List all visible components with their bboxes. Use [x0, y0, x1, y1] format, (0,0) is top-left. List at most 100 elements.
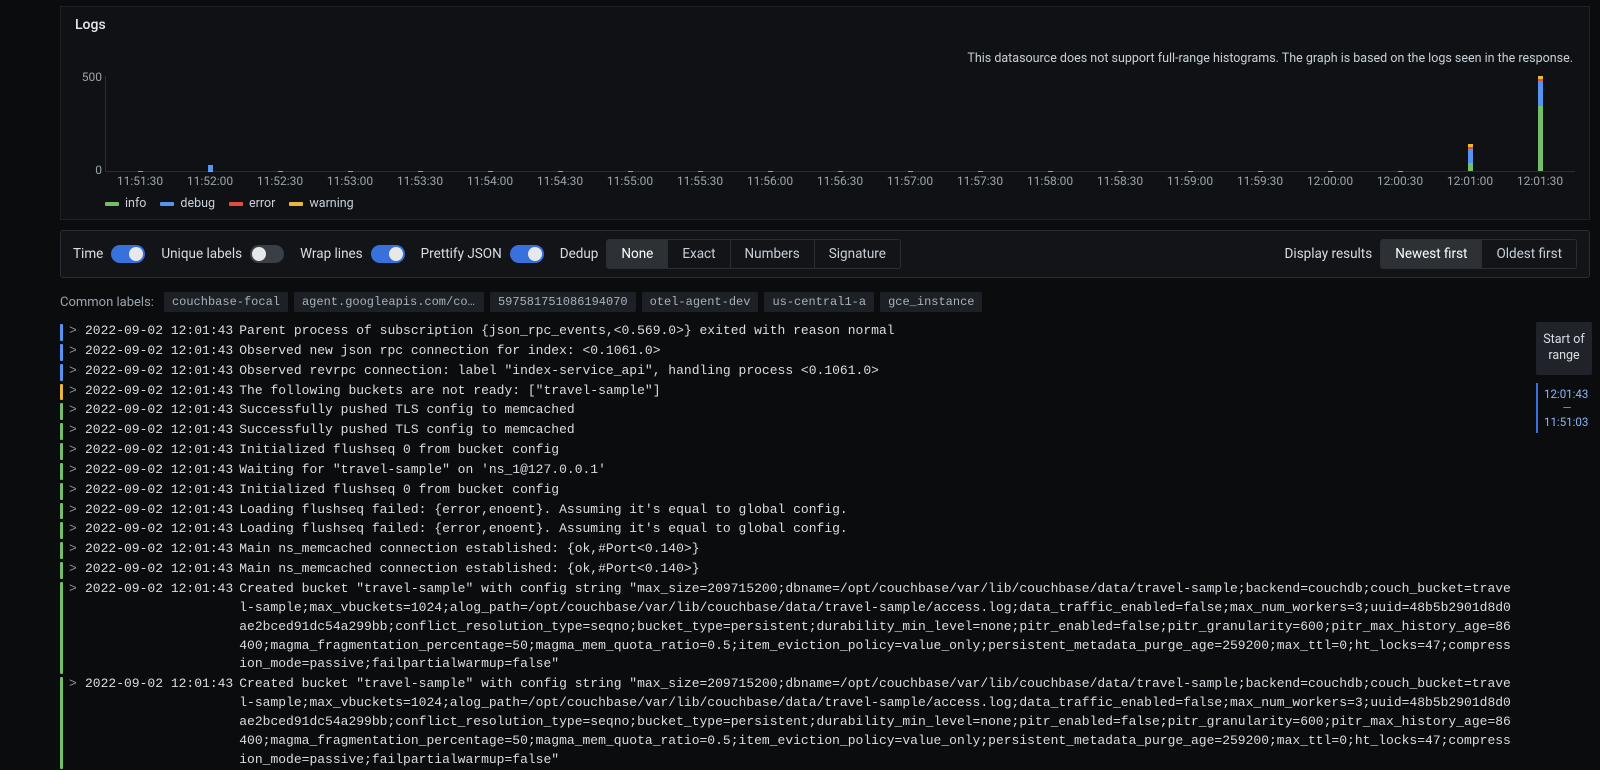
- bar-slot[interactable]: [526, 76, 596, 171]
- bar-slot[interactable]: [666, 76, 736, 171]
- log-row[interactable]: >2022-09-02 12:01:43Successfully pushed …: [60, 401, 1528, 421]
- x-tick: 11:59:30: [1225, 174, 1295, 188]
- y-tick: 0: [72, 163, 102, 177]
- label-chip[interactable]: gce_instance: [880, 292, 982, 312]
- expand-caret-icon[interactable]: >: [69, 421, 79, 440]
- expand-caret-icon[interactable]: >: [69, 675, 79, 694]
- time-toggle[interactable]: [111, 245, 145, 263]
- label-chip[interactable]: couchbase-focal: [164, 292, 288, 312]
- expand-caret-icon[interactable]: >: [69, 382, 79, 401]
- log-row[interactable]: >2022-09-02 12:01:43Loading flushseq fai…: [60, 520, 1528, 540]
- log-message: Successfully pushed TLS config to memcac…: [239, 401, 1528, 420]
- log-list[interactable]: >2022-09-02 12:01:43Parent process of su…: [60, 322, 1528, 770]
- bar-slot[interactable]: [1505, 76, 1575, 171]
- bar-slot[interactable]: [386, 76, 456, 171]
- bar-segment-debug: [1538, 81, 1543, 105]
- expand-caret-icon[interactable]: >: [69, 501, 79, 520]
- histogram-chart[interactable]: 500 0: [105, 76, 1575, 172]
- display-newest-first-button[interactable]: Newest first: [1381, 240, 1482, 268]
- expand-caret-icon[interactable]: >: [69, 461, 79, 480]
- bar-slot[interactable]: [1225, 76, 1295, 171]
- expand-caret-icon[interactable]: >: [69, 580, 79, 599]
- bar-slot[interactable]: [1155, 76, 1225, 171]
- bar-slot[interactable]: [316, 76, 386, 171]
- log-timestamp: 2022-09-02 12:01:43: [85, 540, 233, 559]
- dedup-signature-button[interactable]: Signature: [815, 240, 900, 268]
- bar-slot[interactable]: [945, 76, 1015, 171]
- legend-item-debug[interactable]: debug: [160, 196, 215, 211]
- x-tick: 11:59:00: [1155, 174, 1225, 188]
- bar-slot[interactable]: [1365, 76, 1435, 171]
- log-row[interactable]: >2022-09-02 12:01:43 Observed new json rp…: [60, 342, 1528, 362]
- log-message: Observed new json rpc connection for ind…: [239, 342, 1528, 361]
- log-row[interactable]: >2022-09-02 12:01:43Initialized flushseq…: [60, 481, 1528, 501]
- label-chip[interactable]: us-central1-a: [764, 292, 874, 312]
- log-message: Created bucket "travel-sample" with conf…: [239, 580, 1528, 674]
- bar-slot[interactable]: [106, 76, 176, 171]
- log-row[interactable]: >2022-09-02 12:01:43Created bucket "trav…: [60, 580, 1528, 675]
- legend-item-info[interactable]: info: [105, 196, 146, 211]
- log-timestamp: 2022-09-02 12:01:43: [85, 520, 233, 539]
- bar-segment-info: [1468, 163, 1473, 171]
- expand-caret-icon[interactable]: >: [69, 362, 79, 381]
- log-row[interactable]: >2022-09-02 12:01:43Main ns_memcached co…: [60, 540, 1528, 560]
- dedup-exact-button[interactable]: Exact: [668, 240, 730, 268]
- bar-slot[interactable]: [246, 76, 316, 171]
- bar-slot[interactable]: [456, 76, 526, 171]
- bar-slot[interactable]: [1435, 76, 1505, 171]
- level-indicator: [60, 562, 63, 579]
- range-top: 12:01:43: [1544, 387, 1590, 401]
- wrap-toggle-group: Wrap lines: [300, 245, 405, 263]
- log-timestamp: 2022-09-02 12:01:43: [85, 481, 233, 500]
- range-bottom: 11:51:03: [1544, 415, 1590, 429]
- prettify-toggle[interactable]: [510, 245, 544, 263]
- log-timestamp: 2022-09-02 12:01:43: [85, 441, 233, 460]
- expand-caret-icon[interactable]: >: [69, 540, 79, 559]
- expand-caret-icon[interactable]: >: [69, 560, 79, 579]
- x-tick: 12:00:00: [1295, 174, 1365, 188]
- log-message: Main ns_memcached connection established…: [239, 560, 1528, 579]
- label-chip[interactable]: agent.googleapis.com/couchbase_…: [294, 292, 484, 312]
- log-message: The following buckets are not ready: ["t…: [239, 382, 1528, 401]
- display-oldest-first-button[interactable]: Oldest first: [1482, 240, 1576, 268]
- bar-slot[interactable]: [176, 76, 246, 171]
- bar-slot[interactable]: [1015, 76, 1085, 171]
- bar-slot[interactable]: [1085, 76, 1155, 171]
- dedup-none-button[interactable]: None: [607, 240, 668, 268]
- legend-item-warning[interactable]: warning: [289, 196, 353, 211]
- log-row[interactable]: >2022-09-02 12:01:43Loading flushseq fai…: [60, 501, 1528, 521]
- label-chip[interactable]: 597581751086194070: [490, 292, 636, 312]
- log-message: Loading flushseq failed: {error,enoent}.…: [239, 501, 1528, 520]
- wrap-toggle[interactable]: [371, 245, 405, 263]
- bar-slot[interactable]: [596, 76, 666, 171]
- expand-caret-icon[interactable]: >: [69, 342, 79, 361]
- expand-caret-icon[interactable]: >: [69, 322, 79, 341]
- log-row[interactable]: >2022-09-02 12:01:43Created bucket "trav…: [60, 675, 1528, 770]
- legend-item-error[interactable]: error: [229, 196, 275, 211]
- log-row[interactable]: >2022-09-02 12:01:43 Initialized flushseq…: [60, 441, 1528, 461]
- bar-slot[interactable]: [1295, 76, 1365, 171]
- expand-caret-icon[interactable]: >: [69, 481, 79, 500]
- log-row[interactable]: >2022-09-02 12:01:43Main ns_memcached co…: [60, 560, 1528, 580]
- log-row[interactable]: >2022-09-02 12:01:43Parent process of su…: [60, 322, 1528, 342]
- log-row[interactable]: >2022-09-02 12:01:43Observed revrpc conn…: [60, 362, 1528, 382]
- label-chip[interactable]: otel-agent-dev: [642, 292, 759, 312]
- bar-slot[interactable]: [736, 76, 806, 171]
- expand-caret-icon[interactable]: >: [69, 401, 79, 420]
- level-indicator: [60, 522, 63, 539]
- bar-segment-info: [1538, 106, 1543, 171]
- log-timestamp: 2022-09-02 12:01:43: [85, 342, 233, 361]
- dedup-numbers-button[interactable]: Numbers: [731, 240, 815, 268]
- log-row[interactable]: >2022-09-02 12:01:43The following bucket…: [60, 382, 1528, 402]
- log-row[interactable]: >2022-09-02 12:01:43Waiting for "travel-…: [60, 461, 1528, 481]
- log-message: Waiting for "travel-sample" on 'ns_1@127…: [239, 461, 1528, 480]
- bar-slot[interactable]: [875, 76, 945, 171]
- bar-slot[interactable]: [806, 76, 876, 171]
- log-row[interactable]: >2022-09-02 12:01:43Successfully pushed …: [60, 421, 1528, 441]
- unique-toggle[interactable]: [250, 245, 284, 263]
- start-of-range-button[interactable]: Start of range: [1536, 322, 1592, 375]
- log-message: Initialized flushseq 0 from bucket confi…: [239, 441, 1528, 460]
- expand-caret-icon[interactable]: >: [69, 520, 79, 539]
- expand-caret-icon[interactable]: >: [69, 441, 79, 460]
- log-timestamp: 2022-09-02 12:01:43: [85, 675, 233, 694]
